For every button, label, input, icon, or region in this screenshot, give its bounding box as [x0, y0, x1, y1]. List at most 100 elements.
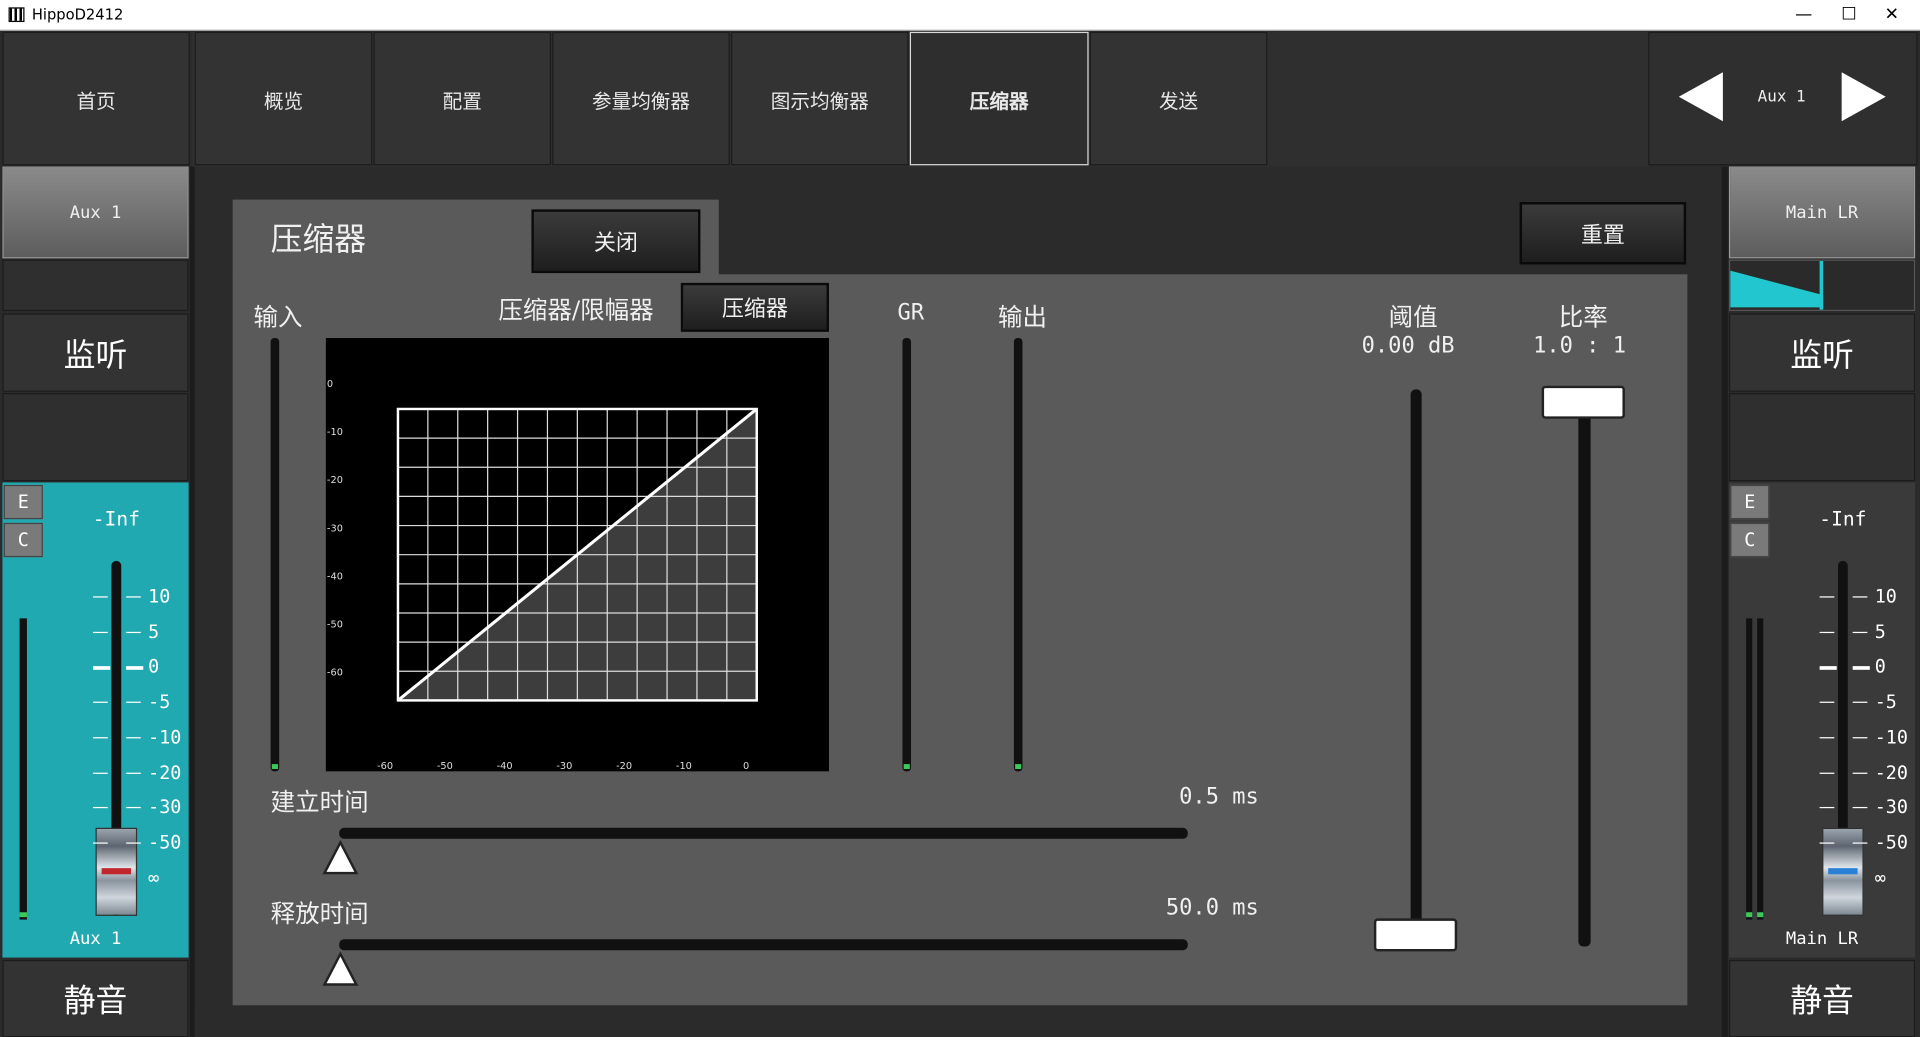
attack-slider-thumb-icon[interactable] — [322, 840, 359, 876]
left-c-button[interactable]: C — [3, 522, 43, 558]
graph-y-tick-label: -40 — [327, 571, 343, 582]
right-monitor-button[interactable]: 监听 — [1728, 313, 1916, 392]
output-label: 输出 — [997, 302, 1047, 332]
left_strip-scale-tick — [93, 807, 108, 809]
right-meter-led-r — [1757, 912, 1764, 918]
tab-graphic-eq[interactable]: 图示均衡器 — [731, 31, 909, 166]
ratio-slider-track[interactable] — [1578, 389, 1591, 947]
right-fader-knob[interactable] — [1822, 827, 1864, 916]
mode-button[interactable]: 压缩器 — [680, 282, 829, 332]
gr-meter-led — [903, 764, 910, 769]
right_strip-scale-label: -5 — [1874, 690, 1897, 713]
threshold-slider-thumb[interactable] — [1373, 918, 1458, 952]
right_strip-scale-label: -10 — [1874, 725, 1908, 748]
output-meter-led — [1015, 764, 1022, 769]
left_strip-scale-tick — [93, 701, 108, 703]
left-blank-block — [2, 259, 189, 312]
left_strip-scale-label: -20 — [148, 761, 182, 784]
graph-y-tick-label: -10 — [327, 427, 343, 438]
left_strip-scale-tick — [93, 666, 111, 671]
graph-y-tick-label: -50 — [327, 620, 343, 631]
left-mute-button[interactable]: 静音 — [2, 960, 189, 1037]
bottom-bar — [194, 1006, 1722, 1037]
right_strip-scale-tick — [1852, 666, 1870, 671]
right-e-button[interactable]: E — [1730, 484, 1770, 520]
graph-x-tick-label: 0 — [743, 761, 749, 771]
threshold-label: 阈值 — [1388, 302, 1438, 332]
close-button[interactable]: ✕ — [1864, 0, 1920, 31]
left_strip-scale-tick — [93, 842, 108, 844]
release-slider-thumb-icon[interactable] — [322, 951, 359, 987]
left_strip-scale-label: 10 — [148, 585, 171, 608]
release-value: 50.0 ms — [1165, 895, 1259, 921]
tab-compressor[interactable]: 压缩器 — [909, 31, 1089, 166]
title-bar: HippoD2412 — ☐ ✕ — [0, 0, 1920, 31]
right_strip-scale-tick — [1819, 772, 1835, 774]
right_strip-scale-label: 10 — [1874, 585, 1897, 608]
compressor-power-button[interactable]: 关闭 — [531, 209, 701, 274]
tab-config[interactable]: 配置 — [373, 31, 552, 166]
left-channel-button[interactable]: Aux 1 — [2, 166, 189, 259]
tab-parametric-eq[interactable]: 参量均衡器 — [552, 31, 730, 166]
home-button[interactable]: 首页 — [2, 31, 190, 166]
left-e-button[interactable]: E — [3, 484, 43, 520]
gr-label: GR — [897, 300, 925, 326]
prev-bus-arrow-icon[interactable] — [1676, 70, 1725, 124]
left_strip-scale-tick — [126, 631, 141, 633]
right_strip-scale-tick — [1819, 596, 1835, 598]
left-channel-name: Aux 1 — [69, 929, 122, 949]
left_strip-scale-tick — [93, 596, 108, 598]
right_strip-scale-tick — [1819, 631, 1835, 633]
left_strip-scale-tick — [93, 736, 108, 739]
transfer-curve-graph: 0 -10 -20 -30 -40 -50 -60 -60 -50 -40 -30 -20 -10 0 — [325, 337, 829, 772]
left_strip-scale-label: 5 — [148, 620, 160, 643]
left-monitor-button[interactable]: 监听 — [2, 313, 189, 392]
mode-label: 压缩器/限幅器 — [498, 295, 654, 325]
right-divider — [1721, 166, 1728, 1037]
right-c-button[interactable]: C — [1730, 522, 1770, 558]
right_strip-scale-tick — [1819, 736, 1835, 739]
tab-sends[interactable]: 发送 — [1089, 31, 1268, 166]
ratio-label: 比率 — [1558, 302, 1608, 332]
threshold-value: 0.00 dB — [1361, 333, 1455, 359]
left_strip-scale-tick — [126, 666, 144, 671]
right-level-readout: -Inf — [1819, 506, 1867, 531]
graph-y-tick-label: 0 — [327, 379, 333, 390]
right-mute-button[interactable]: 静音 — [1728, 960, 1916, 1037]
graph-x-tick-label: -10 — [676, 761, 692, 771]
compressor-reset-button[interactable]: 重置 — [1519, 202, 1687, 265]
left_strip-scale-tick — [126, 736, 141, 739]
app-icon — [8, 7, 25, 23]
right_strip-scale-tick — [1852, 842, 1868, 844]
threshold-slider-track[interactable] — [1410, 389, 1422, 947]
pan-indicator — [1730, 260, 1824, 310]
right_strip-scale-tick — [1852, 631, 1868, 633]
left-level-readout: -Inf — [92, 506, 140, 531]
left_strip-scale-tick — [126, 701, 141, 703]
right_strip-scale-label: -20 — [1874, 761, 1908, 784]
left_strip-scale-label: -50 — [148, 831, 182, 854]
right-blank-block — [1728, 393, 1916, 482]
left-blank-block-2 — [2, 393, 189, 482]
graph-x-tick-label: -40 — [497, 761, 513, 771]
left-meter-led — [19, 912, 27, 918]
release-slider-track[interactable] — [339, 939, 1188, 951]
attack-slider-track[interactable] — [339, 827, 1188, 839]
ratio-value: 1.0 : 1 — [1533, 333, 1626, 359]
tab-overview[interactable]: 概览 — [194, 31, 373, 166]
right-channel-button[interactable]: Main LR — [1728, 166, 1916, 259]
left_strip-scale-tick — [126, 807, 141, 809]
ratio-slider-thumb[interactable] — [1541, 385, 1625, 419]
window-title: HippoD2412 — [31, 6, 124, 24]
left_strip-scale-label: ∞ — [148, 866, 160, 889]
left_strip-scale-tick — [126, 596, 141, 598]
left-fader-knob[interactable] — [95, 827, 138, 916]
right_strip-scale-tick — [1852, 596, 1868, 598]
right_strip-scale-tick — [1819, 807, 1835, 809]
right_strip-scale-label: -30 — [1874, 796, 1908, 819]
left_strip-scale-tick — [126, 842, 141, 844]
output-meter — [1013, 337, 1023, 772]
bus-label: Aux 1 — [1757, 88, 1806, 107]
left_strip-scale-tick — [93, 772, 108, 774]
next-bus-arrow-icon[interactable] — [1839, 70, 1888, 124]
